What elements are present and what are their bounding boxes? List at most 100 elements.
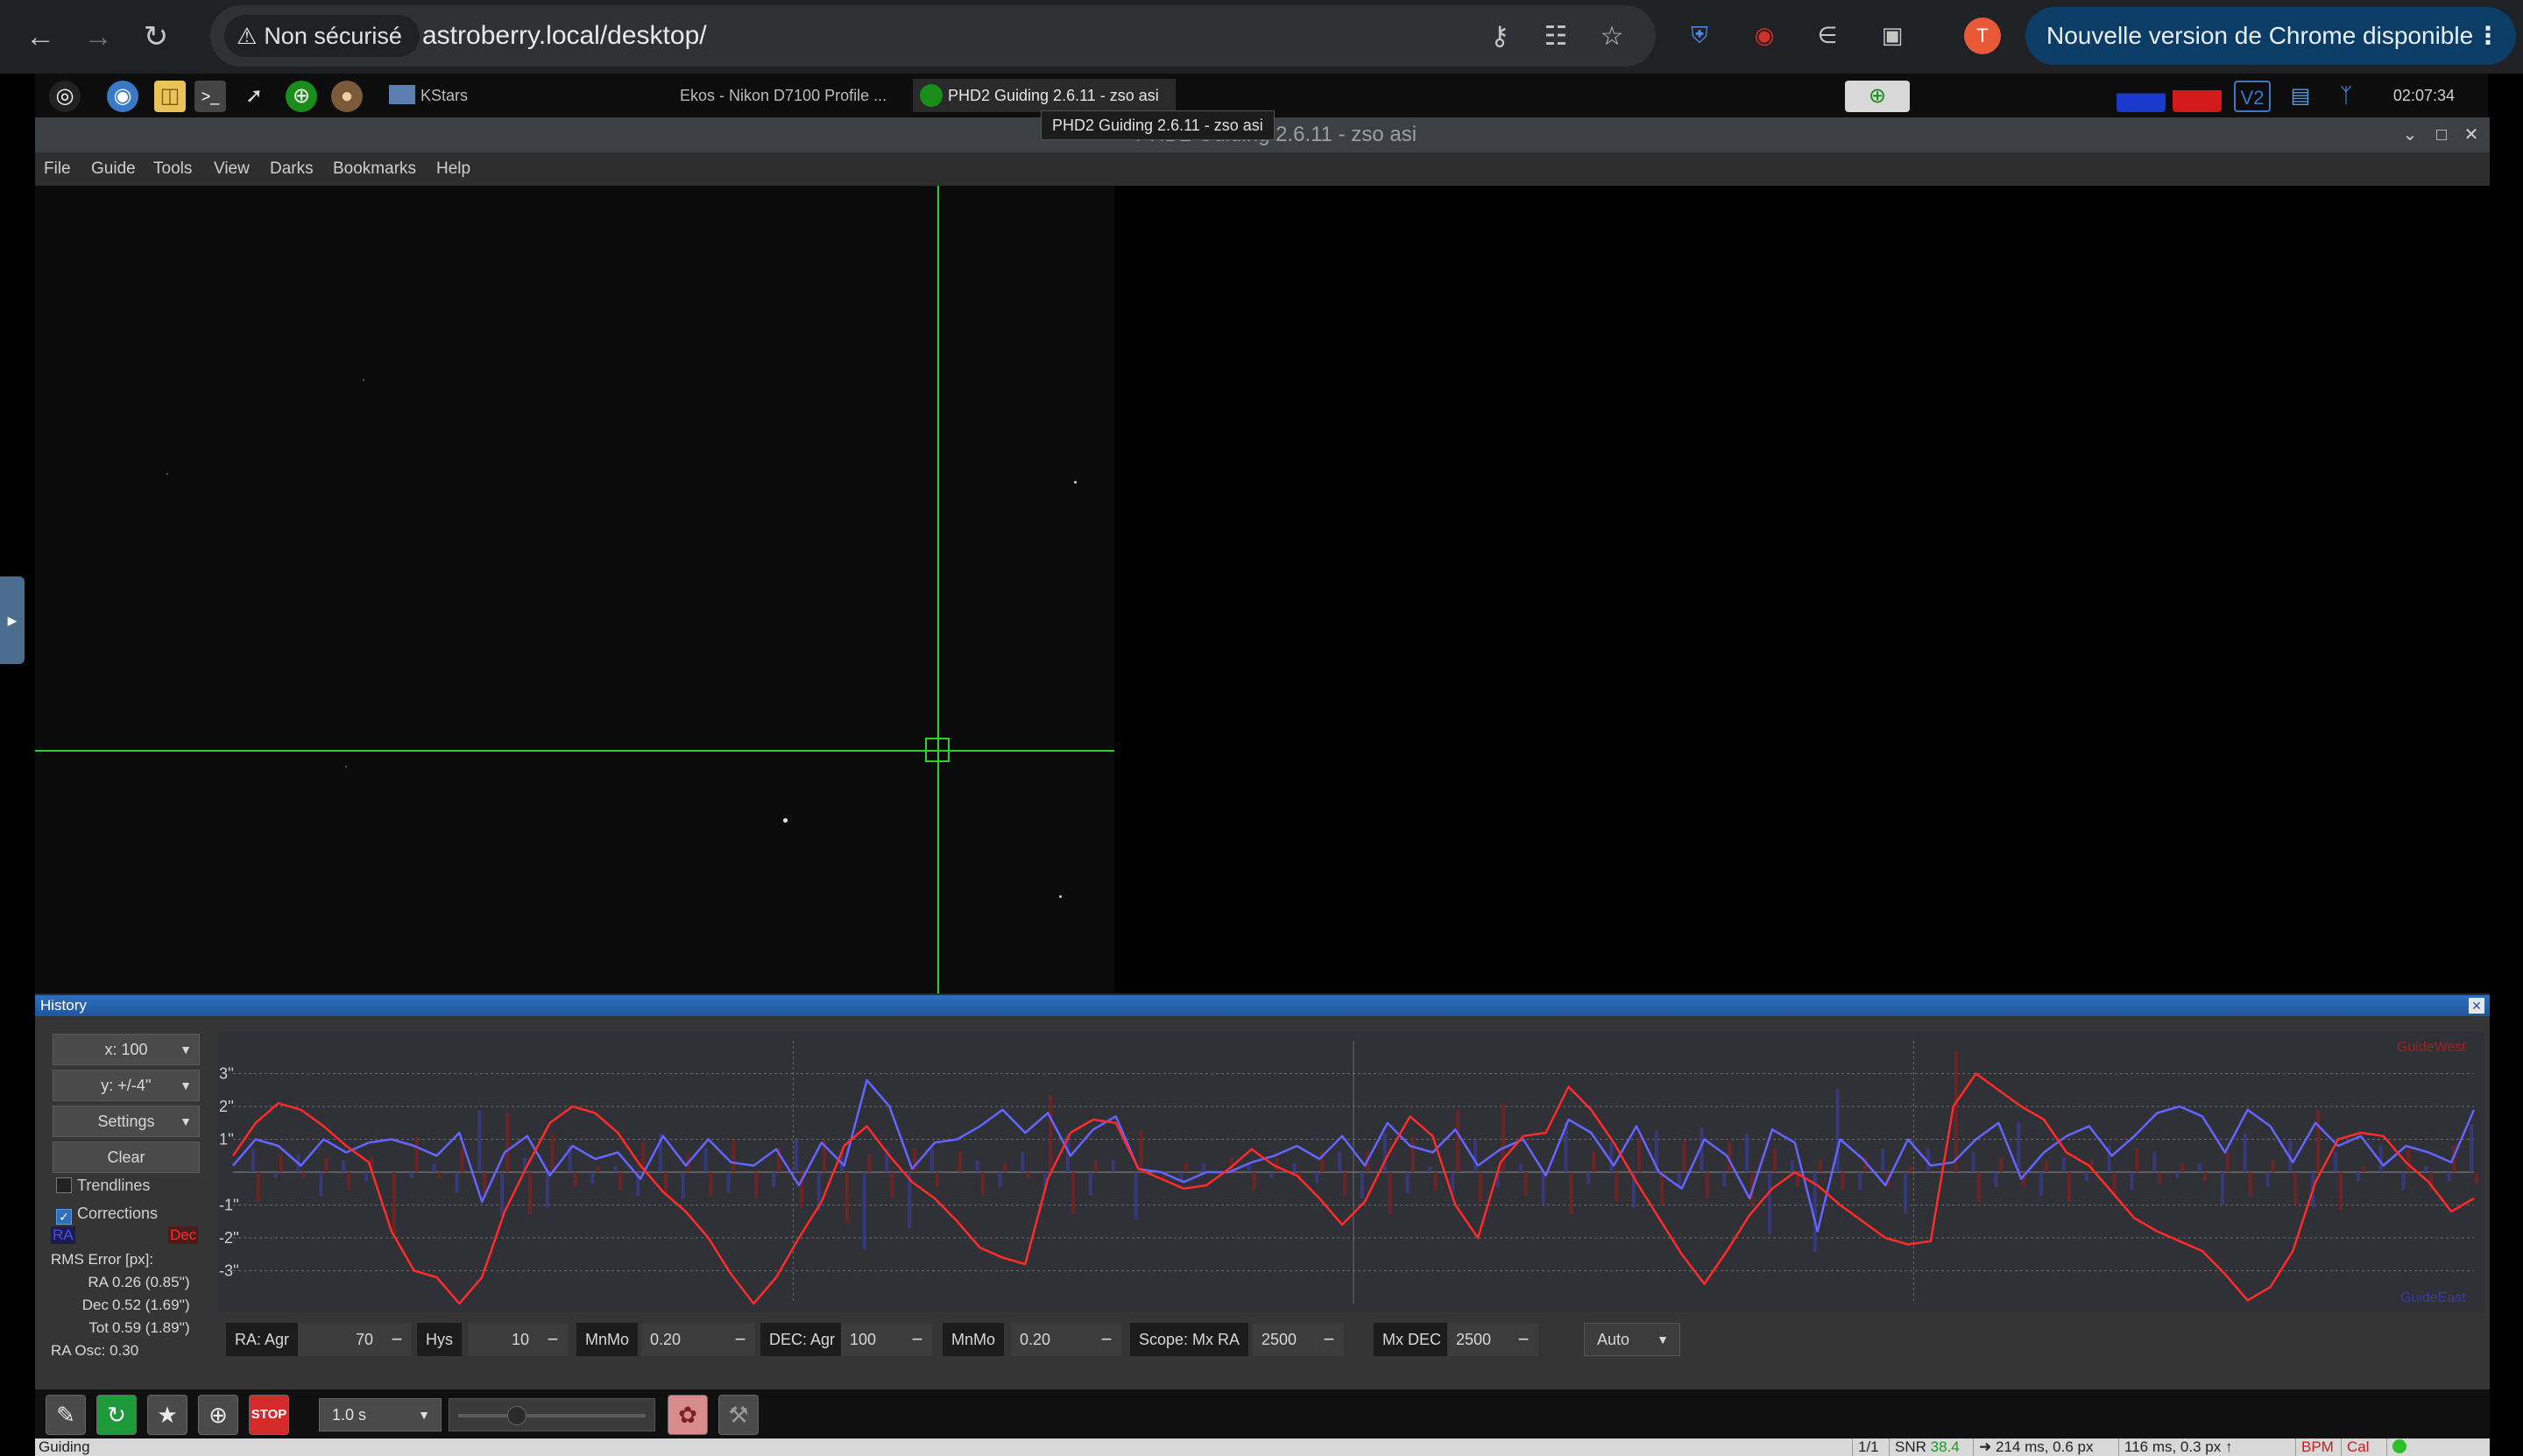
address-bar[interactable]: ⚠ Non sécurisé astroberry.local/desktop/ …	[210, 5, 1656, 67]
kstars-icon	[389, 85, 415, 104]
bitwarden-extension-icon[interactable]: ⛨	[1682, 18, 1717, 53]
y-tick-label: -3''	[219, 1262, 239, 1280]
stop-icon[interactable]: STOP	[249, 1395, 289, 1435]
camera-view[interactable]	[35, 186, 2490, 993]
exposure-value: 1.0 s	[332, 1406, 367, 1424]
translate-icon[interactable]: ☷	[1540, 21, 1572, 53]
dec-pulse-readout: 116 ms, 0.3 px ↑	[2118, 1438, 2258, 1456]
ra-minmove-decrement[interactable]: −	[725, 1323, 755, 1356]
star	[363, 379, 364, 381]
exposure-duration-dropdown[interactable]: 1.0 s ▼	[319, 1398, 442, 1431]
minimize-icon[interactable]: ⌄	[2395, 117, 2425, 152]
menu-file[interactable]: File	[44, 152, 71, 186]
chrome-update-button[interactable]: Nouvelle version de Chrome disponible ⋮	[2025, 7, 2516, 65]
history-close-icon[interactable]: ✕	[2469, 998, 2484, 1014]
dec-aggression-label: DEC: Agr	[760, 1323, 845, 1356]
menu-view[interactable]: View	[214, 152, 250, 186]
vnc-icon[interactable]: V2	[2234, 81, 2271, 112]
security-chip[interactable]: ⚠ Non sécurisé	[224, 15, 420, 57]
browser-launcher-icon[interactable]: ◉	[107, 81, 138, 112]
slider-thumb[interactable]	[507, 1406, 527, 1425]
telescope-icon[interactable]: ➚	[238, 81, 270, 112]
guide-frame-image[interactable]	[35, 186, 1114, 993]
brain-settings-icon[interactable]: ✿	[668, 1395, 708, 1435]
max-dec-decrement[interactable]: −	[1509, 1323, 1538, 1356]
bookmark-star-icon[interactable]: ☆	[1596, 21, 1628, 53]
dec-legend: Dec	[168, 1226, 199, 1244]
extensions-puzzle-icon[interactable]: ▣	[1875, 18, 1910, 53]
terminal-icon[interactable]: >_	[194, 81, 226, 112]
raspberry-menu-icon[interactable]: ◎	[49, 81, 81, 112]
hysteresis-value[interactable]: 10	[468, 1323, 538, 1356]
menu-tools[interactable]: Tools	[153, 152, 192, 186]
phd2-task-icon	[920, 84, 943, 107]
clear-button[interactable]: Clear	[53, 1141, 200, 1173]
password-key-icon[interactable]: ⚷	[1484, 21, 1516, 53]
back-icon[interactable]: ←	[19, 16, 61, 58]
max-ra-value[interactable]: 2500	[1253, 1323, 1314, 1356]
ra-aggression-value[interactable]: 70	[298, 1323, 382, 1356]
tools-icon[interactable]: ⚒	[718, 1395, 759, 1435]
guide-star[interactable]	[783, 818, 788, 823]
dec-aggression-decrement[interactable]: −	[902, 1323, 932, 1356]
corrections-checkbox[interactable]: ✓ Corrections	[56, 1202, 158, 1225]
dec-guide-mode-dropdown[interactable]: Auto ▼	[1584, 1323, 1680, 1356]
cal-label: Cal	[2347, 1438, 2370, 1455]
task-kstars[interactable]: KStars	[382, 79, 645, 112]
star-lock-box	[925, 738, 950, 762]
hysteresis-decrement[interactable]: −	[538, 1323, 568, 1356]
file-manager-icon[interactable]: ◫	[154, 81, 186, 112]
maximize-icon[interactable]: □	[2427, 117, 2456, 152]
star	[345, 766, 347, 767]
guide-west-label: GuideWest	[2397, 1040, 2466, 1055]
dictionary-extension-icon[interactable]: ∈	[1810, 18, 1845, 53]
dec-minmove-value[interactable]: 0.20	[1011, 1323, 1092, 1356]
close-icon[interactable]: ✕	[2456, 117, 2486, 152]
profile-avatar[interactable]: T	[1964, 18, 2001, 54]
dec-minmove-decrement[interactable]: −	[1092, 1323, 1121, 1356]
trendlines-checkbox[interactable]: Trendlines	[56, 1174, 150, 1197]
more-menu-icon[interactable]: ⋮	[2476, 7, 2500, 65]
y-scale-dropdown[interactable]: y: +/-4'' ▼	[53, 1070, 200, 1101]
guide-history-graph[interactable]: 3'' 2'' 1'' -1'' -2'' -3'' GuideWest GuideEast	[217, 1032, 2484, 1312]
slider-track	[458, 1414, 646, 1417]
equipment-connect-icon[interactable]: ✎	[46, 1395, 86, 1435]
gamma-slider[interactable]	[449, 1398, 655, 1431]
ublock-extension-icon[interactable]: ◉	[1747, 18, 1782, 53]
chevron-down-icon: ▼	[180, 1114, 192, 1128]
settings-dropdown[interactable]: Settings ▼	[53, 1106, 200, 1137]
planet-icon[interactable]: ●	[331, 81, 363, 112]
ra-legend: RA	[51, 1226, 75, 1244]
url-text[interactable]: astroberry.local/desktop/	[422, 5, 707, 67]
task-ekos[interactable]: Ekos - Nikon D7100 Profile ...	[648, 79, 911, 112]
rms-dec-value: 0.52 (1.69'')	[112, 1297, 190, 1313]
rms-ra-value: 0.26 (0.85'')	[112, 1274, 190, 1290]
forward-icon[interactable]: →	[77, 16, 119, 58]
ra-aggression-decrement[interactable]: −	[382, 1323, 412, 1356]
phd2-launcher-icon[interactable]: ⊕	[286, 81, 317, 112]
phd2-tray-icon[interactable]: ⊕	[1845, 81, 1910, 112]
history-panel-title: History ✕	[35, 995, 2490, 1016]
remote-side-panel-handle[interactable]: ▶	[0, 576, 25, 664]
frame-counter: 1/1	[1852, 1438, 1887, 1456]
menu-guide[interactable]: Guide	[91, 152, 136, 186]
bluetooth-icon[interactable]: ᛉ	[2330, 81, 2362, 112]
auto-select-star-icon[interactable]: ★	[147, 1395, 187, 1435]
reload-icon[interactable]: ↻	[135, 16, 177, 58]
star	[1074, 481, 1077, 484]
task-phd2[interactable]: PHD2 Guiding 2.6.11 - zso asi	[913, 79, 1176, 112]
x-scale-dropdown[interactable]: x: 100 ▼	[53, 1034, 200, 1065]
ra-aggression-label: RA: Agr	[226, 1323, 299, 1356]
max-dec-value[interactable]: 2500	[1447, 1323, 1509, 1356]
loop-exposure-icon[interactable]: ↻	[96, 1395, 137, 1435]
ra-minmove-value[interactable]: 0.20	[641, 1323, 725, 1356]
menu-bookmarks[interactable]: Bookmarks	[333, 152, 416, 186]
wifi-signal-icon[interactable]: ▤	[2285, 81, 2316, 112]
chevron-down-icon: ▼	[418, 1408, 430, 1422]
connection-indicator	[2386, 1438, 2421, 1456]
guide-crosshair-icon[interactable]: ⊕	[198, 1395, 238, 1435]
max-ra-decrement[interactable]: −	[1314, 1323, 1344, 1356]
dec-aggression-value[interactable]: 100	[841, 1323, 902, 1356]
menu-darks[interactable]: Darks	[270, 152, 314, 186]
menu-help[interactable]: Help	[436, 152, 470, 186]
